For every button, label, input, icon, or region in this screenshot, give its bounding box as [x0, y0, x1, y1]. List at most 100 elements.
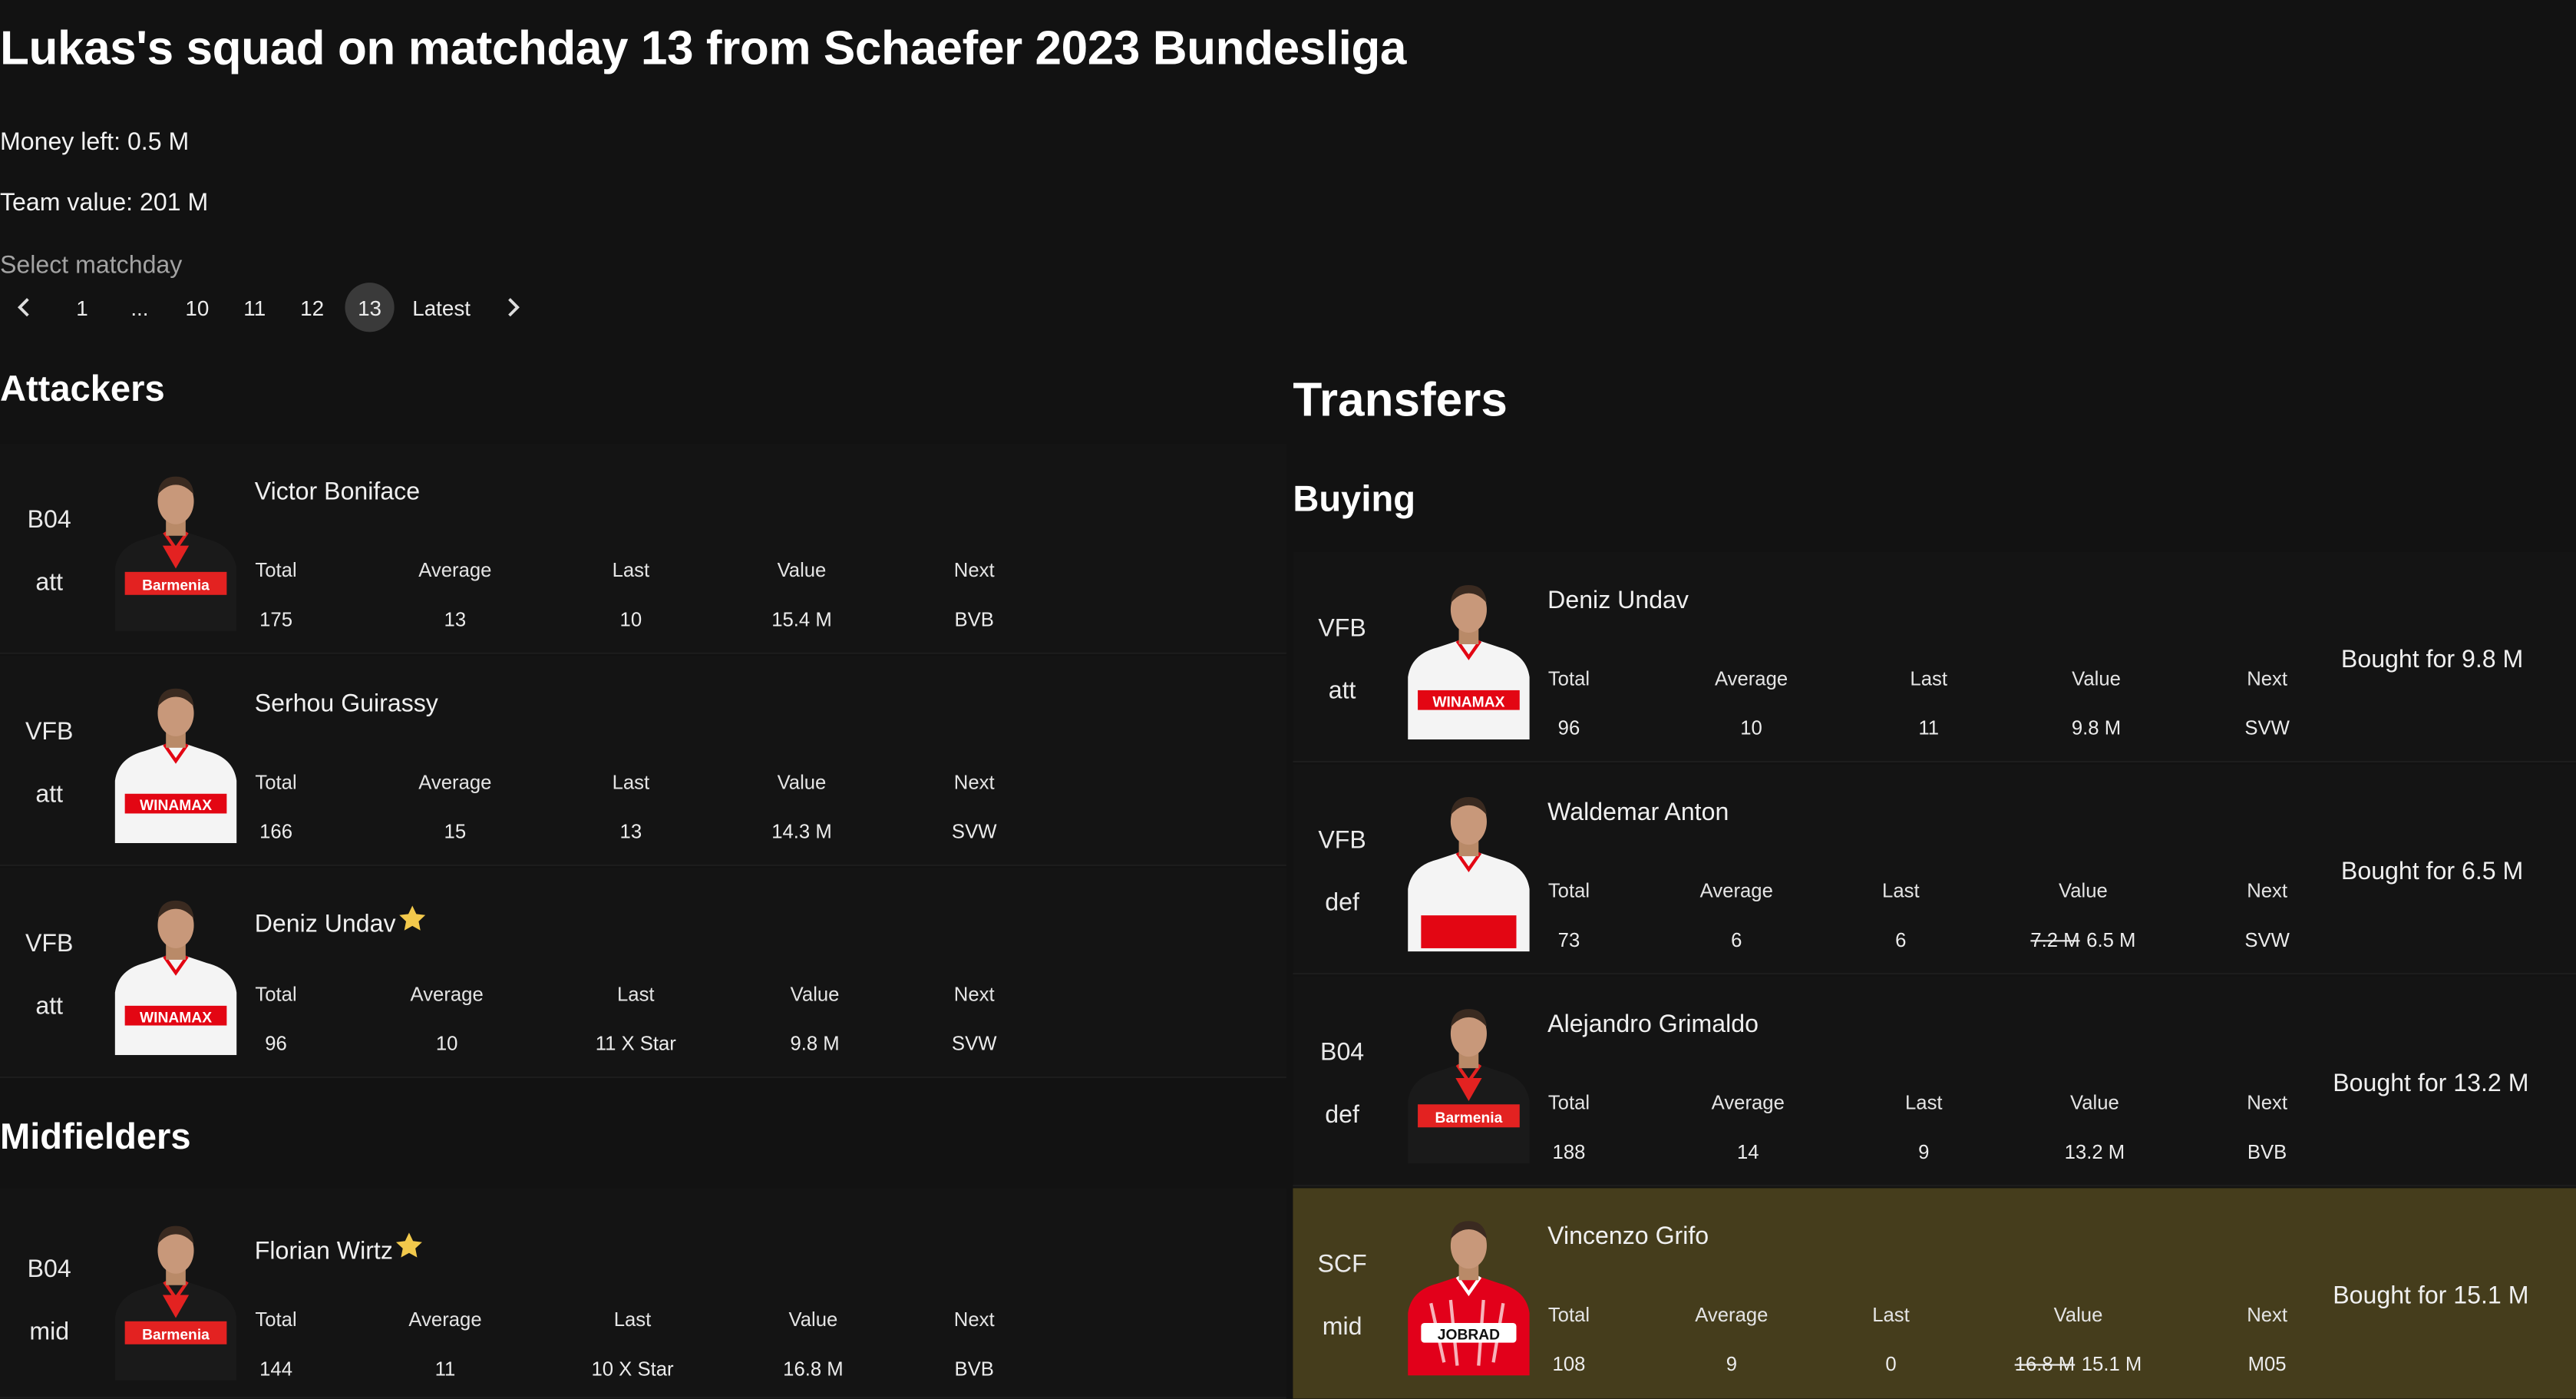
old-value: 16.8 M — [2014, 1352, 2076, 1376]
transfers-player-row[interactable]: VFB def Waldemar Anton Total 73 Average 6 Last 6… — [1293, 764, 2576, 975]
team-value: Team value: 201 M — [0, 189, 209, 217]
last-value: 13 — [619, 820, 642, 843]
player-name[interactable]: Deniz Undav — [1547, 587, 1689, 614]
stat-value: Value 15.4 M — [712, 559, 892, 631]
stat-next: Next SVW — [883, 983, 1064, 1055]
stat-label: Value — [2058, 879, 2108, 903]
stat-value: SVW — [2177, 716, 2357, 739]
value-value: 16.8 M — [783, 1357, 844, 1381]
stat-label: Last — [612, 558, 650, 582]
matchday-pagination: 1 ... 10 11 12 13 Latest — [0, 283, 546, 332]
next-value: SVW — [951, 1032, 997, 1056]
page-button-10[interactable]: 10 — [173, 283, 222, 332]
stat-last: Last 10 — [540, 559, 721, 631]
last-value: 6 — [1895, 928, 1907, 952]
page-button-latest[interactable]: Latest — [402, 283, 480, 332]
stat-value: 10 X Star — [542, 1358, 722, 1381]
player-position: att — [35, 992, 64, 1021]
stat-total: Total 96 — [186, 983, 366, 1055]
stat-label: Last — [1910, 666, 1947, 690]
page-button-12[interactable]: 12 — [288, 283, 337, 332]
stat-label: Last — [1905, 1091, 1943, 1115]
stat-value: 11 X Star — [546, 1032, 726, 1055]
next-value: SVW — [951, 820, 997, 843]
player-name[interactable]: Florian Wirtz — [255, 1229, 426, 1265]
stat-value: 13 — [540, 820, 721, 843]
stat-value: 0 — [1801, 1352, 1981, 1375]
stat-value: Value 13.2 M — [2004, 1091, 2185, 1163]
last-value: 10 X Star — [591, 1357, 674, 1381]
stat-label: Last — [1872, 1303, 1910, 1327]
average-value: 13 — [444, 607, 467, 631]
stat-average: Average 10 — [1661, 667, 1841, 739]
transfers-player-row[interactable]: SCF mid JOBRAD Vincenzo Grifo Total 108 Averag… — [1293, 1188, 2576, 1399]
attackers-player-row[interactable]: B04 att Barmenia Victor Boniface Total 175 Ave… — [0, 443, 1286, 654]
stat-last: Last 13 — [540, 771, 721, 843]
average-value: 9 — [1726, 1352, 1738, 1376]
stat-label: Average — [410, 982, 484, 1006]
midfielders-player-row[interactable]: B04 mid Barmenia Florian Wirtz Total 144 Avera… — [0, 1188, 1286, 1399]
stat-label: Value — [788, 1308, 838, 1331]
page-button-1[interactable]: 1 — [58, 283, 107, 332]
bought-for-label: Bought for 13.2 M — [2333, 1070, 2529, 1098]
stat-value: 13 — [365, 608, 545, 631]
player-name[interactable]: Alejandro Grimaldo — [1547, 1010, 1759, 1038]
next-value: M05 — [2247, 1352, 2287, 1376]
player-name[interactable]: Victor Boniface — [255, 478, 420, 506]
next-value: BVB — [954, 607, 994, 631]
stat-value: 166 — [186, 820, 366, 843]
transfers-player-row[interactable]: VFB att WINAMAX Deniz Undav Total 96 Average 10… — [1293, 552, 2576, 763]
total-value: 73 — [1557, 928, 1580, 952]
stat-last: Last 11 — [1838, 667, 2019, 739]
stat-average: Average 9 — [1641, 1303, 1821, 1375]
stat-value: 6 — [1811, 928, 1991, 951]
stat-value: 73 — [1478, 928, 1659, 951]
page-button-13[interactable]: 13 — [345, 283, 395, 332]
last-value: 10 — [619, 607, 642, 631]
stat-label: Next — [2247, 1091, 2288, 1115]
transfers-player-row[interactable]: B04 def Barmenia Alejandro Grimaldo Total 188… — [1293, 976, 2576, 1187]
page-button-11[interactable]: 11 — [230, 283, 279, 332]
stat-value: 16.8 M — [723, 1358, 903, 1381]
player-name-text: Waldemar Anton — [1547, 799, 1729, 827]
club-code: VFB — [25, 718, 74, 746]
total-value: 144 — [259, 1357, 293, 1381]
stat-total: Total 108 — [1478, 1303, 1659, 1375]
total-value: 166 — [259, 820, 293, 843]
attackers-player-row[interactable]: VFB att WINAMAX Deniz Undav Total 96 Average 10… — [0, 868, 1286, 1079]
prev-page-button[interactable] — [0, 283, 49, 332]
player-name[interactable]: Deniz Undav — [255, 902, 429, 938]
stat-value: 9.8 M — [2006, 716, 2186, 739]
attackers-player-row[interactable]: VFB att WINAMAX Serhou Guirassy Total 166 Aver… — [0, 655, 1286, 866]
stat-label: Total — [1547, 879, 1590, 903]
club-code: VFB — [1318, 614, 1366, 643]
player-name[interactable]: Vincenzo Grifo — [1547, 1222, 1709, 1250]
stat-value: 96 — [1478, 716, 1659, 739]
bought-for-label: Bought for 6.5 M — [2340, 858, 2524, 886]
player-position: mid — [29, 1318, 70, 1346]
attackers-heading: Attackers — [0, 368, 165, 409]
next-page-button[interactable] — [489, 283, 538, 332]
stat-value: Value 14.3 M — [712, 771, 892, 843]
new-value: 15.1 M — [2081, 1352, 2142, 1376]
stat-label: Average — [418, 558, 492, 582]
stat-next: Next BVB — [883, 559, 1064, 631]
stat-value: Value 9.8 M — [2006, 667, 2186, 739]
stat-value: SVW — [883, 1032, 1064, 1055]
page-ellipsis: ... — [130, 295, 149, 320]
stat-label: Value — [2053, 1303, 2103, 1327]
player-name[interactable]: Waldemar Anton — [1547, 799, 1729, 826]
stat-label: Value — [2072, 666, 2121, 690]
stat-next: Next BVB — [2177, 1091, 2357, 1163]
new-value: 6.5 M — [2086, 928, 2136, 952]
player-name-text: Alejandro Grimaldo — [1547, 1010, 1759, 1039]
total-value: 188 — [1552, 1140, 1586, 1164]
stat-value: SVW — [883, 820, 1064, 843]
average-value: 15 — [444, 820, 467, 843]
stat-label: Total — [255, 770, 297, 794]
player-name[interactable]: Serhou Guirassy — [255, 690, 438, 718]
stat-average: Average 6 — [1646, 879, 1827, 951]
stat-label: Next — [2247, 879, 2288, 903]
stat-value: Value 7.2 M 6.5 M — [1993, 879, 2173, 951]
stat-value: 11 — [355, 1358, 535, 1381]
